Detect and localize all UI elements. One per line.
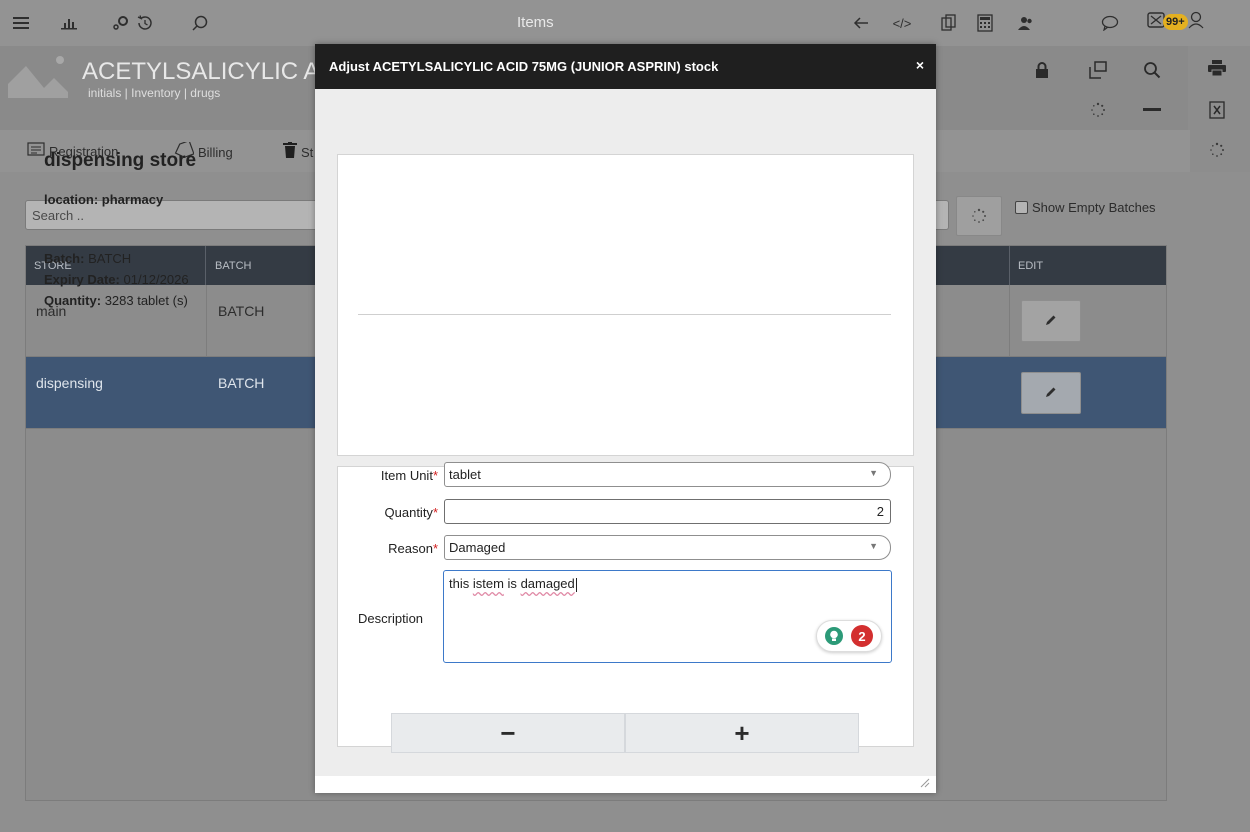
nav-stock-label: St [301, 144, 314, 160]
expiry-info: Expiry Date: 01/12/2026 [44, 272, 189, 287]
page-title: Items [517, 14, 554, 31]
misspelled-word[interactable]: damaged [521, 576, 575, 591]
code-icon[interactable]: </> [887, 8, 917, 38]
batch-label: Batch: [44, 251, 85, 266]
nav-stock[interactable]: St [283, 142, 313, 162]
item-unit-value: tablet [449, 467, 481, 482]
close-icon[interactable]: × [916, 57, 924, 73]
edit-button[interactable] [1021, 372, 1081, 414]
batch-info: Batch: BATCH [44, 251, 131, 266]
item-unit-label: Item Unit* [380, 468, 438, 483]
dialog-body [315, 89, 936, 776]
item-breadcrumb: initials | Inventory | drugs [88, 86, 221, 100]
lightbulb-icon [825, 627, 843, 645]
search-icon[interactable] [185, 8, 215, 38]
chevron-down-icon: ▼ [869, 468, 878, 478]
th-edit: EDIT [1009, 246, 1166, 285]
lock-icon[interactable] [1020, 50, 1064, 90]
dialog-title: Adjust ACETYLSALICYLIC ACID 75MG (JUNIOR… [315, 44, 936, 89]
loading-icon [972, 208, 986, 223]
misspelled-word[interactable]: istem [473, 576, 504, 591]
th-batch[interactable]: BATCH [207, 246, 317, 285]
edit-button[interactable] [1021, 300, 1081, 342]
show-empty-batches[interactable]: Show Empty Batches [1015, 200, 1156, 215]
quantity-field-label: Quantity* [384, 505, 438, 520]
suggestion-count-badge: 2 [851, 625, 873, 647]
image-placeholder-icon [8, 54, 68, 98]
increase-button[interactable]: + [625, 713, 859, 753]
quantity-value: 3283 tablet (s) [104, 293, 188, 308]
quantity-info: Quantity: 3283 tablet (s) [44, 293, 188, 308]
chart-icon[interactable] [54, 8, 84, 38]
minimize-icon[interactable] [1130, 90, 1174, 130]
batch-info-panel [337, 154, 914, 456]
decrease-button[interactable]: − [391, 713, 625, 753]
history-icon[interactable] [130, 8, 160, 38]
divider [358, 314, 891, 315]
batch-value: BATCH [88, 251, 132, 266]
item-unit-select[interactable]: tablet ▼ [444, 462, 891, 487]
description-word: this [449, 576, 470, 591]
refresh-button[interactable] [956, 196, 1002, 236]
pencil-icon [1045, 313, 1057, 329]
registration-icon [27, 142, 45, 160]
copy-icon[interactable] [934, 8, 964, 38]
pencil-icon [1045, 385, 1057, 401]
description-word: is [507, 576, 517, 591]
nav-billing-label: Billing [198, 144, 233, 160]
adjust-stock-dialog: Adjust ACETYLSALICYLIC ACID 75MG (JUNIOR… [315, 44, 936, 793]
zoom-icon[interactable] [1130, 50, 1174, 90]
show-empty-batches-checkbox[interactable] [1015, 201, 1028, 214]
store-location: location: pharmacy [44, 192, 164, 207]
chat-icon[interactable] [1095, 8, 1125, 38]
calculator-icon[interactable] [970, 8, 1000, 38]
print-icon[interactable] [1195, 48, 1239, 88]
chevron-down-icon: ▼ [869, 541, 878, 551]
quantity-label: Quantity: [44, 293, 102, 308]
popout-icon[interactable] [1076, 50, 1120, 90]
expiry-value: 01/12/2026 [123, 272, 189, 287]
back-icon[interactable] [846, 8, 876, 38]
user-icon[interactable] [1188, 11, 1204, 32]
show-empty-batches-label: Show Empty Batches [1032, 200, 1156, 215]
cell-batch: BATCH [218, 375, 265, 391]
text-cursor [575, 577, 577, 592]
item-name: ACETYLSALICYLIC A [82, 58, 320, 85]
reason-label: Reason* [388, 541, 438, 556]
excel-icon[interactable] [1195, 90, 1239, 130]
cell-store: dispensing [36, 375, 103, 391]
store-title: dispensing store [44, 150, 197, 171]
trash-icon [283, 142, 297, 162]
reason-select[interactable]: Damaged ▼ [444, 535, 891, 560]
writing-assistant[interactable]: 2 [816, 620, 882, 652]
users-icon[interactable] [1011, 8, 1041, 38]
description-label: Description [358, 611, 424, 626]
expiry-label: Expiry Date: [44, 272, 120, 287]
filter-input[interactable] [935, 200, 949, 230]
loading-icon [1195, 130, 1239, 170]
quantity-input[interactable]: 2 [444, 499, 891, 524]
resize-handle-icon[interactable] [918, 776, 932, 790]
loading-icon [1076, 90, 1120, 130]
menu-icon[interactable] [6, 8, 36, 38]
cell-batch: BATCH [218, 303, 265, 319]
notification-badge: 99+ [1163, 13, 1188, 30]
mail-notification[interactable]: 99+ [1147, 11, 1204, 32]
reason-value: Damaged [449, 540, 506, 555]
